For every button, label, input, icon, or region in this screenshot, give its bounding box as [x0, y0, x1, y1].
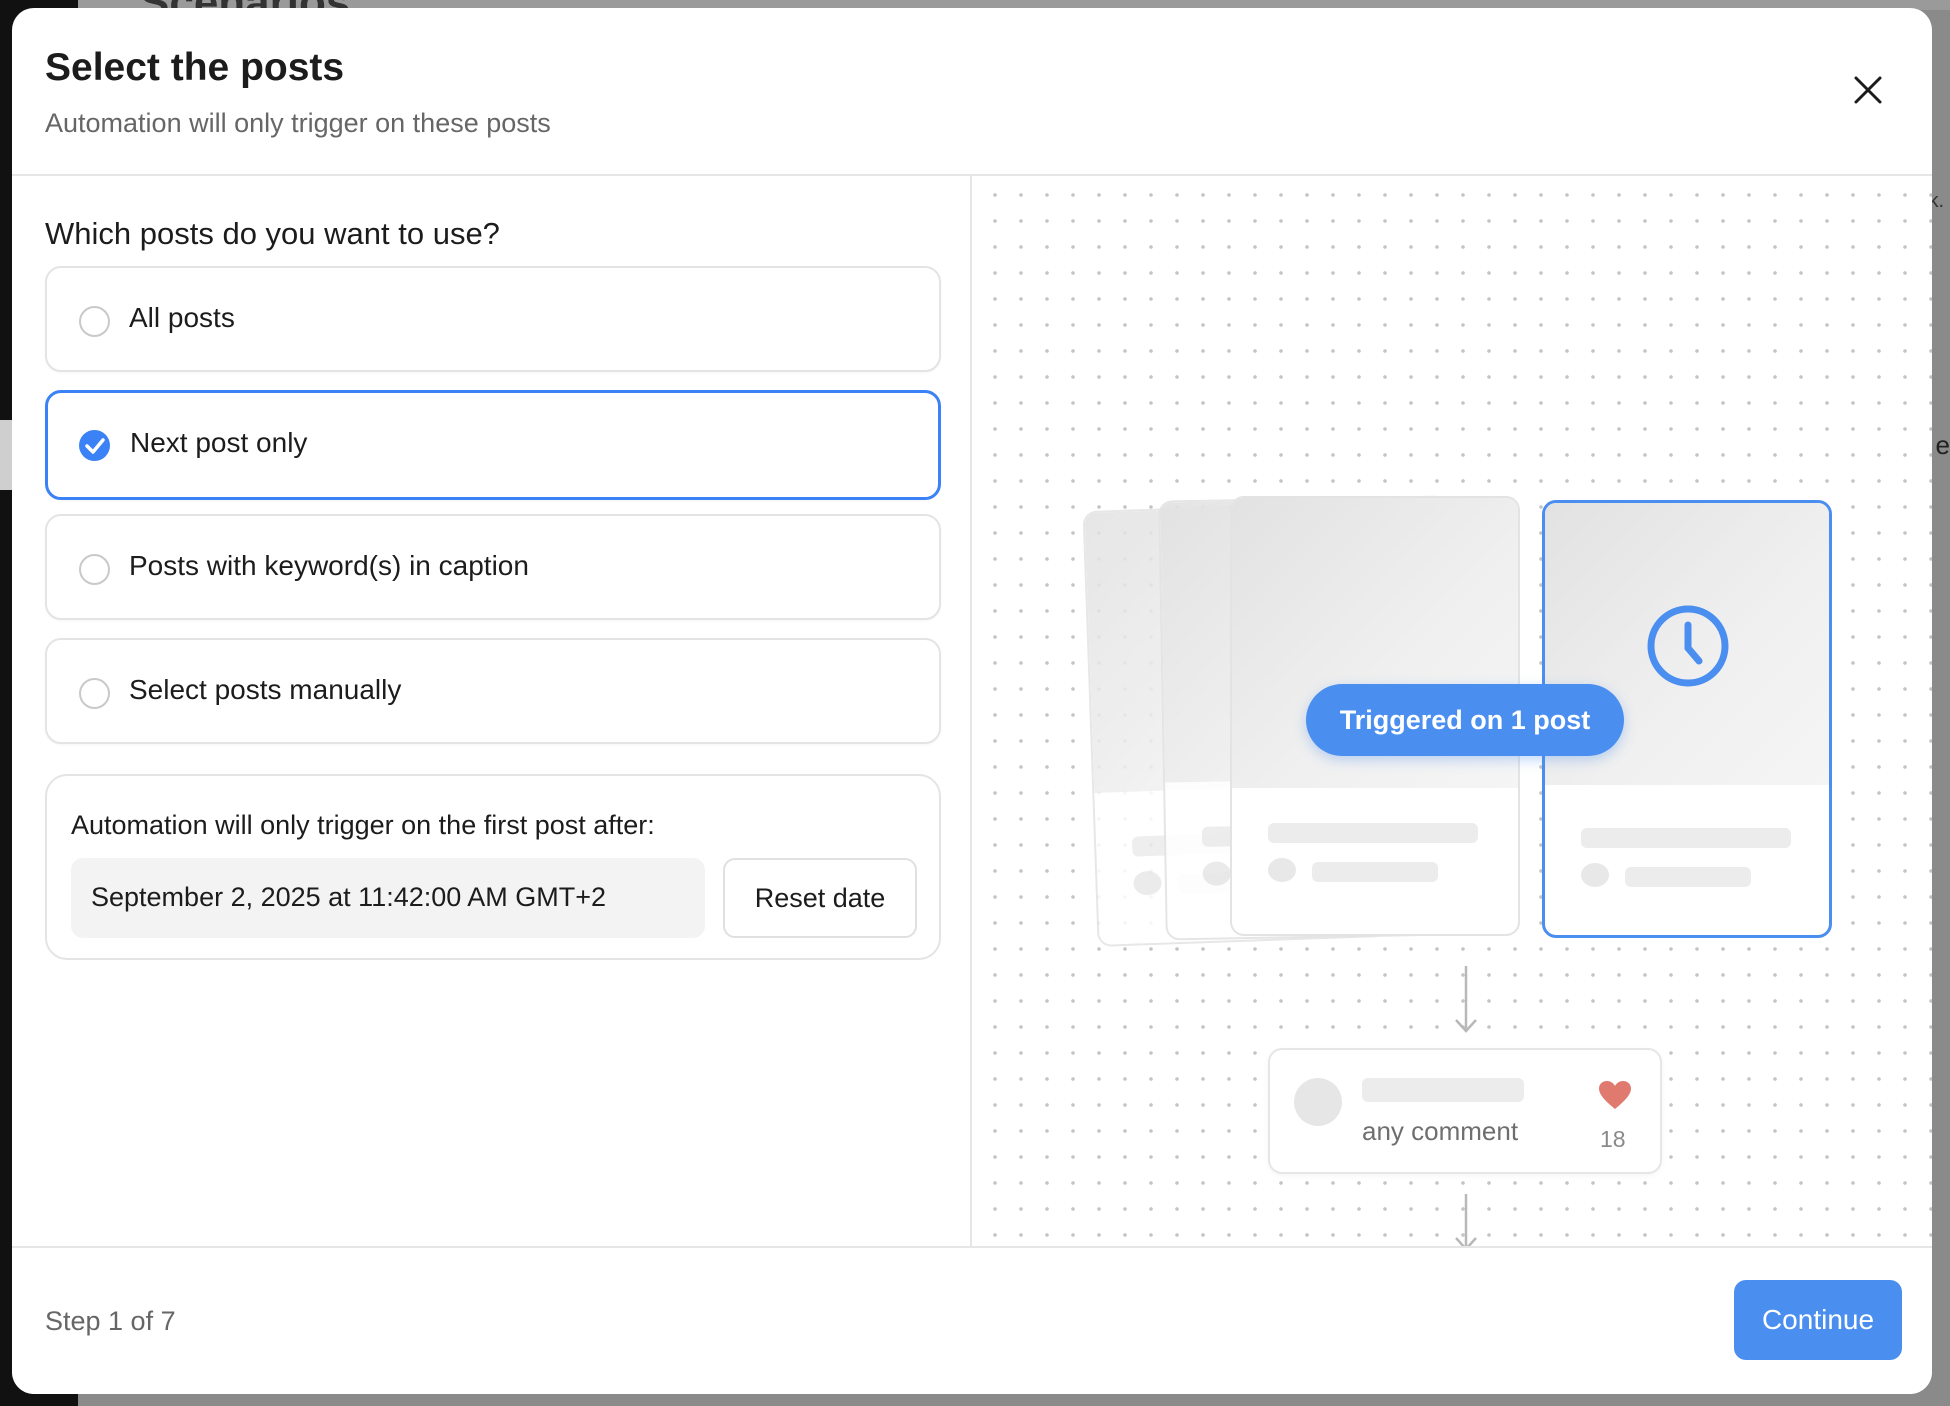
- option-keyword-posts[interactable]: Posts with keyword(s) in caption: [45, 514, 941, 620]
- checkmark-icon: [85, 438, 105, 454]
- avatar: [1294, 1078, 1342, 1126]
- modal-footer: Step 1 of 7 Continue: [12, 1246, 1932, 1394]
- heart-icon: [1599, 1081, 1631, 1109]
- continue-button[interactable]: Continue: [1734, 1280, 1902, 1360]
- option-label: Next post only: [130, 427, 308, 458]
- radio-unchecked[interactable]: [79, 306, 110, 337]
- clock-icon: [1647, 605, 1729, 687]
- option-label: All posts: [129, 302, 235, 333]
- triggered-badge: Triggered on 1 post: [1306, 684, 1624, 756]
- comment-bubble-icon: [1202, 861, 1231, 886]
- comment-card: any comment 18: [1268, 1048, 1662, 1174]
- preview-illustration: Triggered on 1 post any comment 18: [974, 176, 1932, 1246]
- options-pane: Which posts do you want to use? All post…: [12, 176, 972, 1246]
- trigger-date-description: Automation will only trigger on the firs…: [71, 810, 655, 840]
- select-posts-modal: Select the posts Automation will only tr…: [12, 8, 1932, 1394]
- background-text: e: [1935, 430, 1950, 460]
- option-label: Posts with keyword(s) in caption: [129, 550, 529, 581]
- radio-unchecked[interactable]: [79, 678, 110, 709]
- radio-checked[interactable]: [79, 430, 110, 461]
- like-count: 18: [1600, 1126, 1626, 1152]
- trigger-date-field[interactable]: September 2, 2025 at 11:42:00 AM GMT+2: [71, 858, 705, 938]
- option-next-post-only[interactable]: Next post only: [45, 390, 941, 500]
- caption-placeholder: [1625, 867, 1751, 887]
- username-placeholder: [1362, 1078, 1524, 1102]
- comment-bubble-icon: [1268, 858, 1296, 882]
- modal-title: Select the posts: [45, 46, 345, 89]
- comment-text: any comment: [1362, 1116, 1519, 1146]
- radio-unchecked[interactable]: [79, 554, 110, 585]
- modal-header: Select the posts Automation will only tr…: [12, 8, 1932, 176]
- comment-bubble-icon: [1133, 870, 1162, 896]
- question-heading: Which posts do you want to use?: [45, 216, 500, 251]
- arrow-down-icon: [1455, 1194, 1477, 1246]
- trigger-date-box: Automation will only trigger on the firs…: [45, 774, 941, 960]
- reset-date-button[interactable]: Reset date: [723, 858, 917, 938]
- close-button[interactable]: [1848, 70, 1888, 110]
- option-label: Select posts manually: [129, 674, 402, 705]
- modal-subtitle: Automation will only trigger on these po…: [45, 108, 551, 138]
- arrow-down-icon: [1455, 966, 1477, 1033]
- option-all-posts[interactable]: All posts: [45, 266, 941, 372]
- close-icon: [1854, 76, 1882, 104]
- caption-placeholder: [1268, 823, 1478, 843]
- caption-placeholder: [1581, 828, 1791, 848]
- option-select-manually[interactable]: Select posts manually: [45, 638, 941, 744]
- caption-placeholder: [1312, 862, 1438, 882]
- step-indicator: Step 1 of 7: [45, 1306, 176, 1336]
- comment-bubble-icon: [1581, 863, 1609, 887]
